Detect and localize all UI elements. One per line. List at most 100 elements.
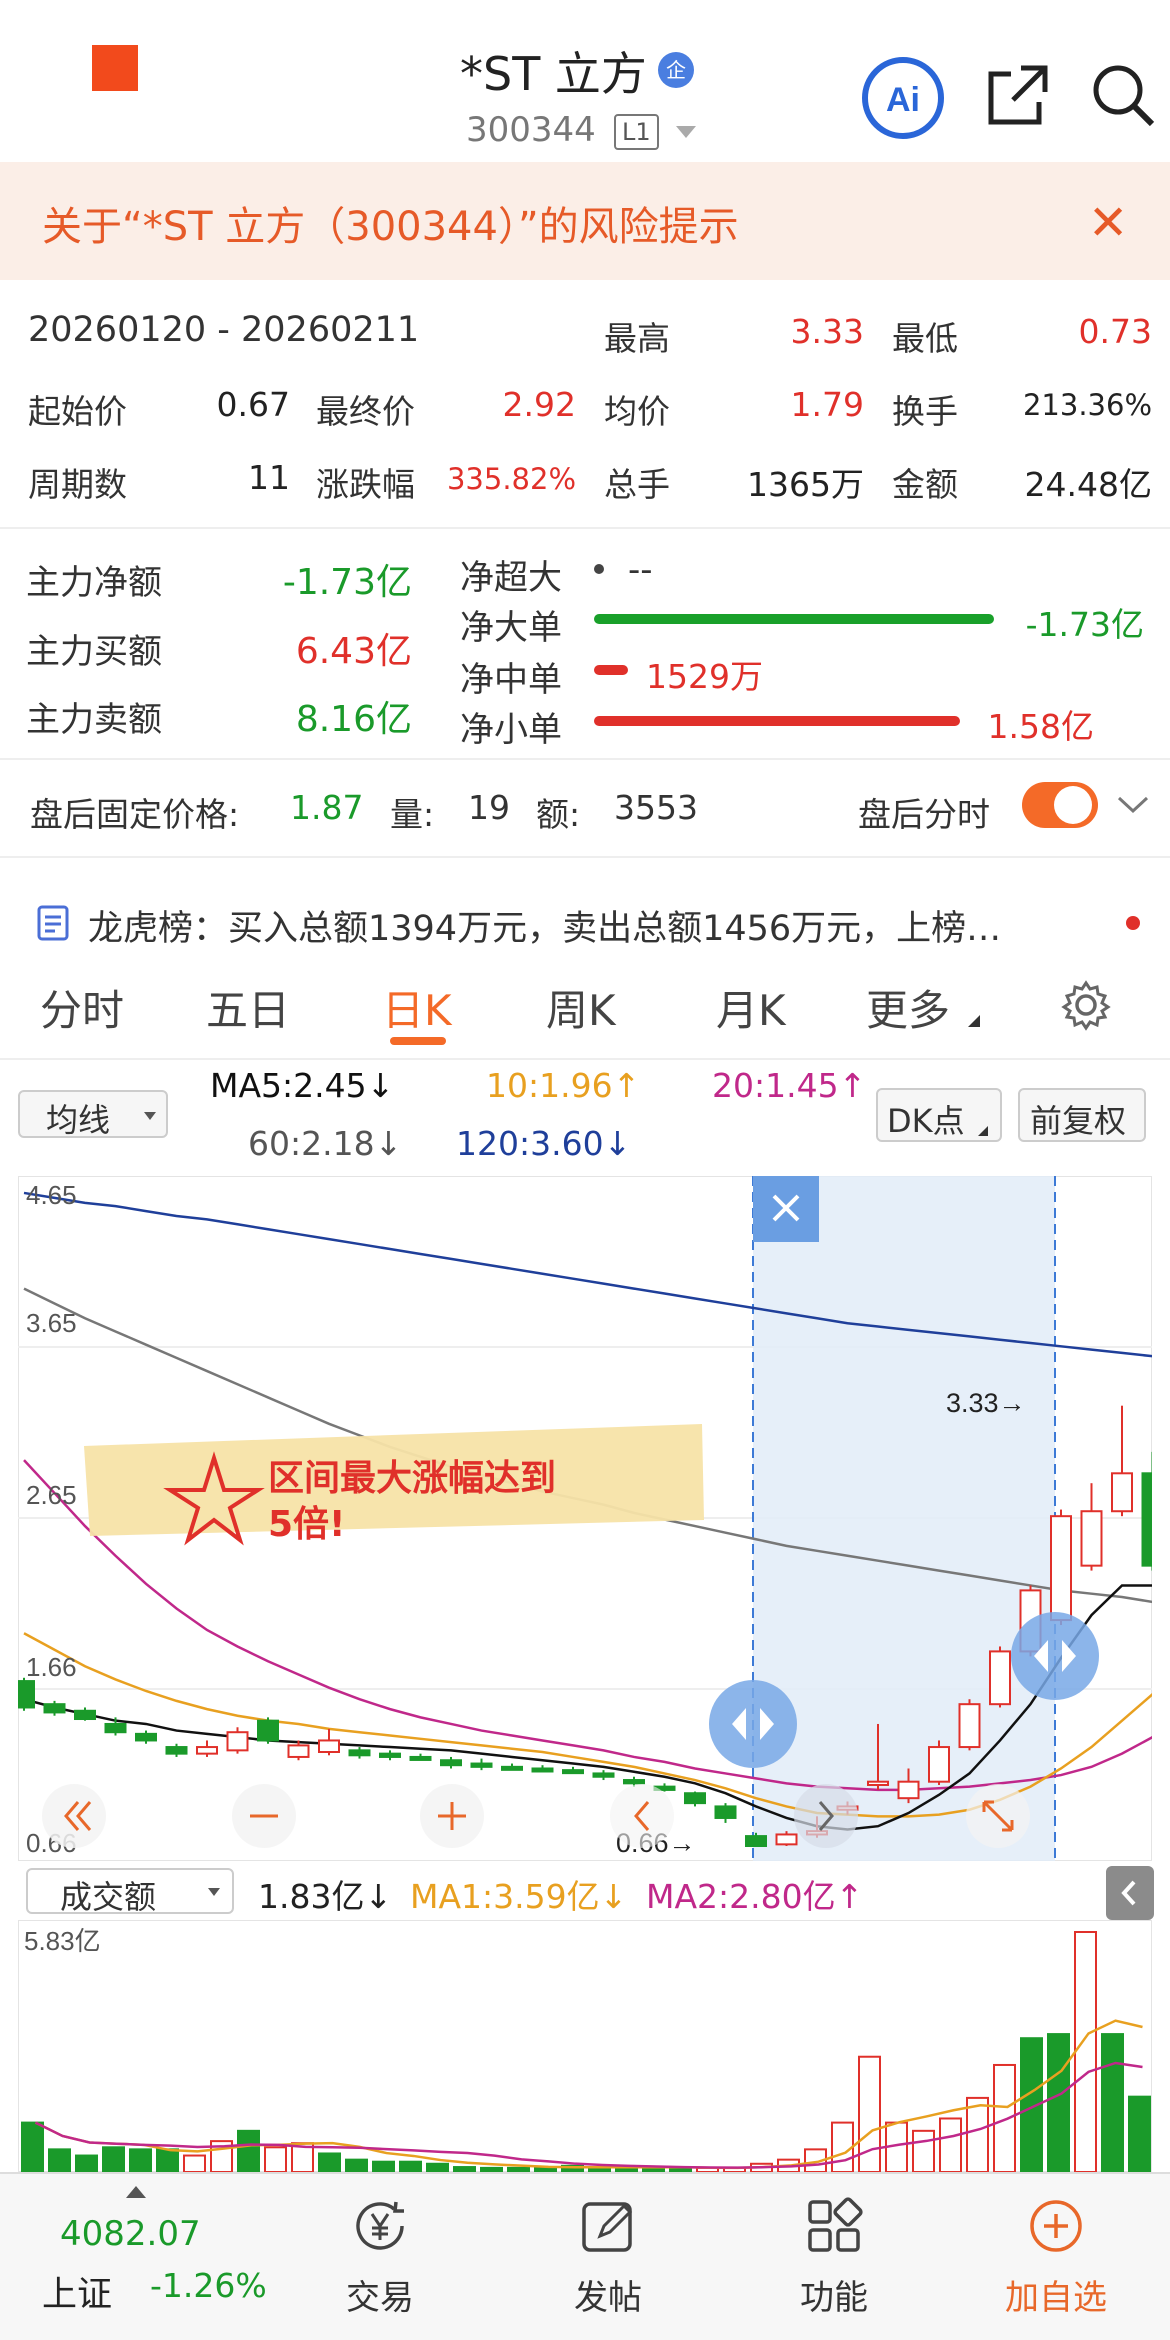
svg-text:Ai: Ai bbox=[886, 81, 920, 119]
periods-value: 11 bbox=[248, 458, 290, 497]
right-range-handle[interactable] bbox=[1011, 1612, 1099, 1700]
volume-max-label: 5.83亿 bbox=[24, 1926, 101, 1956]
risk-warning-banner[interactable]: 关于“*ST 立方（300344）”的风险提示 bbox=[0, 162, 1170, 280]
volume-bar bbox=[183, 2154, 206, 2172]
volume-bar bbox=[345, 2158, 368, 2172]
candle-up bbox=[1080, 1510, 1103, 1567]
candle-down bbox=[440, 1759, 462, 1767]
settings-gear-icon[interactable] bbox=[1060, 979, 1112, 1031]
main-net-label: 主力净额 bbox=[26, 563, 162, 603]
ai-assistant-icon[interactable]: Ai bbox=[860, 55, 946, 141]
chevron-down-icon[interactable] bbox=[676, 126, 696, 138]
candle-up bbox=[287, 1744, 310, 1758]
small-order-value: 1.58亿 bbox=[987, 707, 1094, 746]
collapse-panel-button[interactable] bbox=[1106, 1866, 1154, 1920]
super-large-label: 净超大 bbox=[460, 558, 562, 598]
price-tick-4: 1.66 bbox=[26, 1652, 77, 1682]
add-watchlist-icon bbox=[1030, 2200, 1082, 2252]
volume-label: 总手 bbox=[604, 465, 670, 504]
price-tick-2: 3.65 bbox=[26, 1308, 77, 1338]
candlestick-chart[interactable]: 4.65 3.65 2.65 1.66 0.66 3.33→ 0.66→ bbox=[18, 1176, 1152, 1861]
selection-region[interactable] bbox=[753, 1176, 1055, 1861]
candle-down bbox=[531, 1767, 554, 1773]
nav-functions[interactable]: 功能 bbox=[759, 2270, 909, 2319]
scroll-left-button[interactable] bbox=[42, 1784, 106, 1848]
tab-more[interactable]: 更多 bbox=[866, 977, 950, 1038]
open-label: 起始价 bbox=[28, 392, 127, 431]
ma120-value: 120:3.60↓ bbox=[456, 1124, 632, 1163]
nav-trade[interactable]: 交易 bbox=[305, 2270, 455, 2319]
volume-bar bbox=[1047, 2033, 1070, 2172]
low-label: 最低 bbox=[892, 319, 958, 358]
close-icon[interactable]: ✕ bbox=[1088, 199, 1128, 247]
tab-monthly-k[interactable]: 月K bbox=[716, 977, 786, 1038]
volume-ma1: MA1:3.59亿↓ bbox=[410, 1877, 628, 1916]
candle-down bbox=[1141, 1472, 1152, 1567]
volume-selector-label: 成交额 bbox=[60, 1878, 157, 1916]
volume-current: 1.83亿↓ bbox=[258, 1877, 393, 1916]
corner-caret-icon bbox=[978, 1126, 988, 1136]
main-sell-label: 主力卖额 bbox=[26, 700, 162, 740]
medium-order-value: 1529万 bbox=[646, 657, 763, 696]
nav-post[interactable]: 发帖 bbox=[533, 2270, 683, 2319]
index-name[interactable]: 上证 bbox=[42, 2266, 112, 2317]
bottom-navigation: 4082.07 上证 -1.26% 交易 发帖 功能 加自选 bbox=[0, 2172, 1170, 2340]
tab-daily-k[interactable]: 日K bbox=[382, 977, 452, 1038]
after-hours-panel: 盘后固定价格: 1.87 量: 19 额: 3553 盘后分时 bbox=[0, 758, 1170, 858]
low-value: 0.73 bbox=[1078, 312, 1152, 351]
chevron-down-icon[interactable] bbox=[1116, 794, 1150, 816]
volume-bar bbox=[237, 2129, 260, 2172]
high-value: 3.33 bbox=[790, 312, 864, 351]
volume-indicator-selector[interactable]: 成交额 bbox=[26, 1868, 234, 1916]
chart-period-tabs: 分时 五日 日K 周K 月K 更多 bbox=[0, 965, 1170, 1060]
share-icon[interactable] bbox=[985, 62, 1051, 128]
expand-up-icon[interactable] bbox=[126, 2186, 146, 2198]
enterprise-badge-icon: 企 bbox=[658, 52, 694, 88]
unread-dot-icon bbox=[1126, 916, 1140, 930]
zoom-out-button[interactable] bbox=[232, 1784, 296, 1848]
candle-down bbox=[470, 1762, 493, 1768]
search-icon[interactable] bbox=[1090, 60, 1156, 130]
candle-up bbox=[989, 1650, 1011, 1706]
volume-chart[interactable]: 5.83亿 bbox=[18, 1920, 1152, 2172]
adjust-mode-button[interactable]: 前复权 bbox=[1018, 1088, 1146, 1142]
main-buy-label: 主力买额 bbox=[26, 632, 162, 672]
zoom-in-button[interactable] bbox=[420, 1784, 484, 1848]
change-label: 涨跌幅 bbox=[316, 465, 415, 504]
super-large-value: -- bbox=[628, 550, 653, 590]
volume-bar bbox=[939, 2117, 962, 2172]
indicator-selector[interactable]: 均线 bbox=[18, 1090, 168, 1139]
step-left-button[interactable] bbox=[610, 1784, 674, 1848]
medium-order-bar bbox=[594, 665, 628, 675]
large-order-value: -1.73亿 bbox=[1025, 605, 1144, 644]
tab-timeshare[interactable]: 分时 bbox=[40, 977, 124, 1038]
volume-bar bbox=[102, 2146, 125, 2172]
tab-weekly-k[interactable]: 周K bbox=[546, 977, 616, 1038]
dragon-tiger-list-row[interactable]: 龙虎榜：买入总额1394万元，卖出总额1456万元，上榜… bbox=[0, 880, 1170, 960]
back-logo-icon[interactable] bbox=[92, 45, 138, 91]
ma60-value: 60:2.18↓ bbox=[248, 1124, 403, 1163]
step-right-button[interactable] bbox=[794, 1784, 858, 1848]
annotation-line-2: 5倍! bbox=[268, 1504, 345, 1545]
main-buy-value: 6.43亿 bbox=[295, 631, 412, 672]
date-range: 20260120 - 20260211 bbox=[28, 310, 420, 350]
left-range-handle[interactable] bbox=[709, 1680, 797, 1768]
candle-down bbox=[623, 1779, 645, 1785]
volume-bar bbox=[129, 2148, 152, 2172]
level-badge[interactable]: L1 bbox=[614, 114, 659, 150]
fullscreen-button[interactable] bbox=[966, 1784, 1030, 1848]
small-order-label: 净小单 bbox=[460, 710, 562, 750]
ma10-value: 10:1.96↑ bbox=[486, 1066, 641, 1105]
dk-point-label: DK点 bbox=[887, 1102, 965, 1140]
volume-bar bbox=[966, 2096, 989, 2172]
after-hours-volume-value: 19 bbox=[468, 788, 510, 827]
tab-five-day[interactable]: 五日 bbox=[206, 977, 290, 1038]
turnover-value: 213.36% bbox=[1022, 388, 1152, 422]
price-tick-3: 2.65 bbox=[26, 1480, 77, 1510]
divider bbox=[0, 527, 1170, 529]
dk-point-button[interactable]: DK点 bbox=[876, 1088, 1002, 1142]
active-tab-indicator bbox=[390, 1037, 446, 1045]
volume-ma2: MA2:2.80亿↑ bbox=[646, 1877, 864, 1916]
candle-up bbox=[196, 1746, 218, 1755]
nav-add-watchlist[interactable]: 加自选 bbox=[981, 2270, 1131, 2319]
